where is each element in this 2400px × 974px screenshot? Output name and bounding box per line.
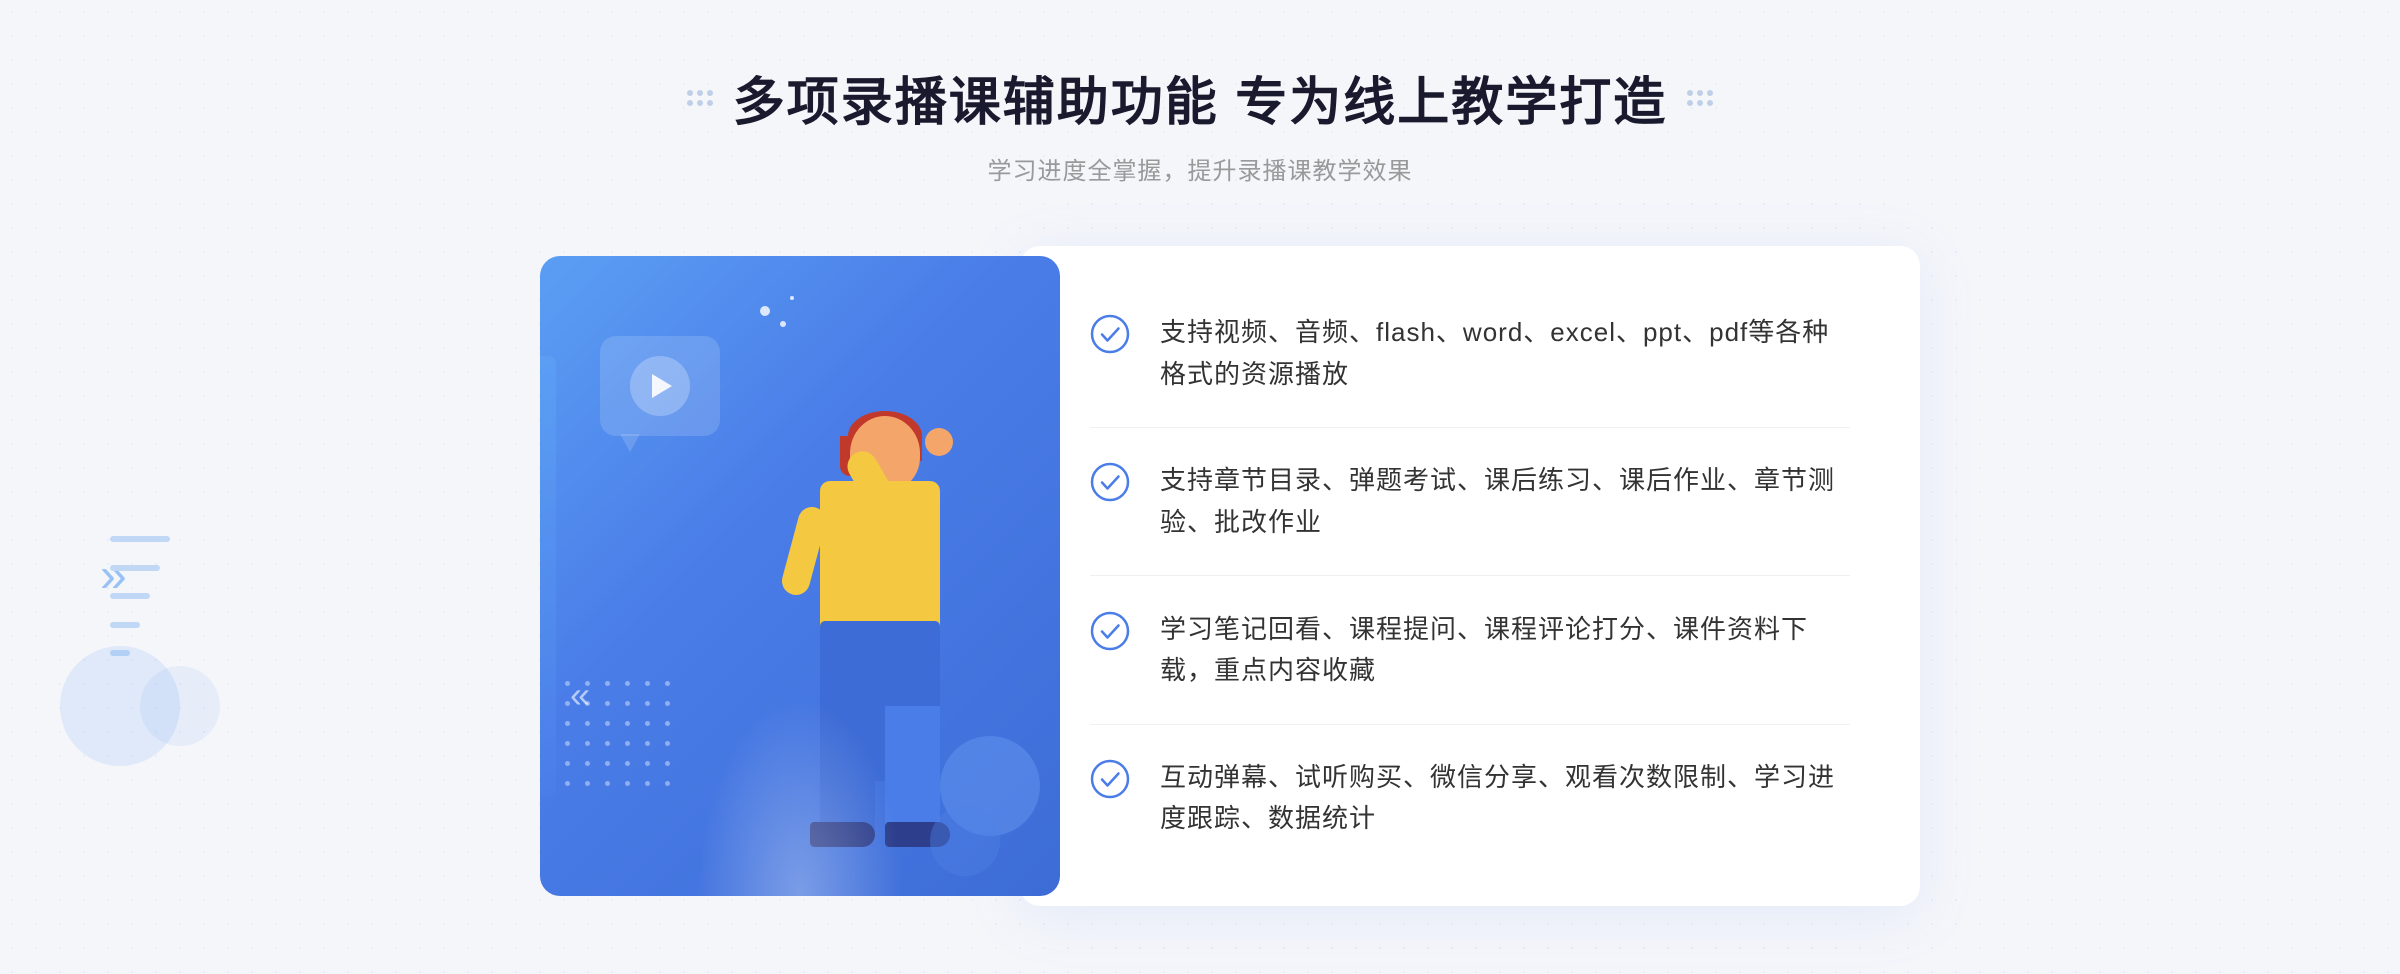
left-deco-dots [687,90,713,106]
divider-3 [1090,724,1850,725]
accent-bar [540,356,556,796]
check-icon-1 [1090,314,1130,354]
feature-text-2: 支持章节目录、弹题考试、课后练习、课后作业、章节测验、批改作业 [1160,460,1850,543]
light-beam [696,696,904,896]
illustration-container: « [480,236,1060,916]
feature-text-3: 学习笔记回看、课程提问、课程评论打分、课件资料下载，重点内容收藏 [1160,609,1850,692]
divider-2 [1090,575,1850,576]
check-icon-2 [1090,462,1130,502]
play-triangle-icon [652,374,672,398]
feature-item-1: 支持视频、音频、flash、word、excel、ppt、pdf等各种格式的资源… [1090,312,1850,395]
feature-text-1: 支持视频、音频、flash、word、excel、ppt、pdf等各种格式的资源… [1160,312,1850,395]
header-section: 多项录播课辅助功能 专为线上教学打造 学习进度全掌握，提升录播课教学效果 [687,60,1713,186]
main-title: 多项录播课辅助功能 专为线上教学打造 [733,60,1667,135]
illustration-card: « [540,256,1060,896]
person-hand-right [925,428,953,456]
person-body [820,481,940,631]
arrow-decoration-inside: « [570,674,590,716]
circle-decoration-2 [930,806,1000,876]
stripe-1 [110,536,170,542]
features-card: 支持视频、音频、flash、word、excel、ppt、pdf等各种格式的资源… [1020,246,1920,906]
stripe-3 [110,593,150,599]
stripe-4 [110,622,140,628]
sparkle-dot-2 [780,321,786,327]
subtitle: 学习进度全掌握，提升录播课教学效果 [687,151,1713,186]
play-icon-circle [630,356,690,416]
title-row: 多项录播课辅助功能 专为线上教学打造 [687,60,1713,135]
feature-item-3: 学习笔记回看、课程提问、课程评论打分、课件资料下载，重点内容收藏 [1090,609,1850,692]
left-stripe-decoration [110,536,170,656]
page-container: 多项录播课辅助功能 专为线上教学打造 学习进度全掌握，提升录播课教学效果 » [0,0,2400,974]
feature-item-4: 互动弹幕、试听购买、微信分享、观看次数限制、学习进度跟踪、数据统计 [1090,757,1850,840]
play-bubble [600,336,720,436]
sparkle-dot-1 [760,306,770,316]
sparkle-dot-3 [790,296,794,300]
feature-item-2: 支持章节目录、弹题考试、课后练习、课后作业、章节测验、批改作业 [1090,460,1850,543]
divider-1 [1090,427,1850,428]
feature-text-4: 互动弹幕、试听购买、微信分享、观看次数限制、学习进度跟踪、数据统计 [1160,757,1850,840]
right-deco-dots [1687,90,1713,106]
check-icon-3 [1090,611,1130,651]
content-area: » [0,236,2400,916]
stripe-2 [110,565,160,571]
deco-circle-small [140,666,220,746]
check-icon-4 [1090,759,1130,799]
